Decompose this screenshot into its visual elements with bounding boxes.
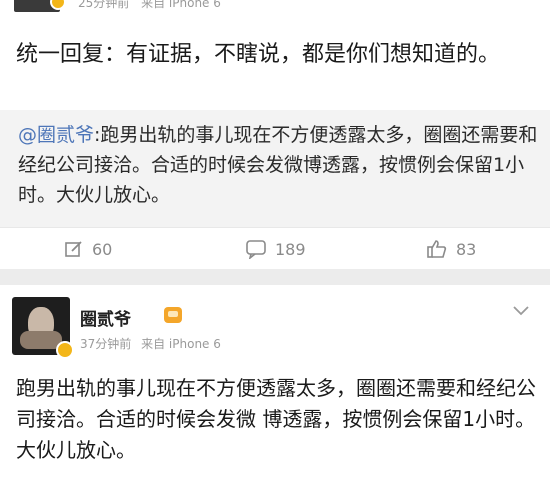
mention-link[interactable]: @圈贰爷 (18, 124, 94, 146)
like-button[interactable]: 83 (426, 228, 476, 270)
verified-badge-icon (56, 341, 74, 359)
post-source: 来自 iPhone 6 (141, 337, 221, 351)
weibo-post-1: 25分钟前 来自 iPhone 6 统一回复：有证据，不瞎说，都是你们想知道的。… (0, 0, 550, 269)
post-text: 统一回复：有证据，不瞎说，都是你们想知道的。 (16, 42, 501, 67)
post-source: 来自 iPhone 6 (141, 0, 221, 10)
weibo-post-2: 圈贰爷 37分钟前 来自 iPhone 6 跑男出轨的事儿现在不方便透露太多，圈… (0, 285, 550, 485)
post-time: 37分钟前 (80, 337, 132, 351)
post-time: 25分钟前 (78, 0, 130, 10)
post-meta: 25分钟前 来自 iPhone 6 (78, 0, 229, 11)
like-count: 83 (456, 239, 477, 259)
comment-button[interactable]: 189 (245, 228, 306, 270)
post-text: 跑男出轨的事儿现在不方便透露太多，圈圈还需要和经纪公司接洽。合适的时候会发微 博… (16, 376, 536, 462)
comment-count: 189 (275, 239, 306, 259)
quoted-post-text: @圈贰爷:跑男出轨的事儿现在不方便透露太多，圈圈还需要和经纪公司接洽。合适的时候… (18, 120, 538, 210)
chevron-down-icon[interactable] (512, 305, 530, 317)
comment-icon (246, 240, 266, 259)
thumbs-up-icon (427, 240, 447, 258)
repost-count: 60 (92, 239, 113, 259)
quoted-body: :跑男出轨的事儿现在不方便透露太多，圈圈还需要和经纪公司接洽。合适的时候会发微博… (18, 124, 538, 206)
action-bar: 60 189 83 (0, 227, 550, 269)
verified-badge-icon (50, 0, 66, 10)
vip-icon (164, 307, 182, 323)
edit-icon (65, 241, 82, 257)
repost-button[interactable]: 60 (64, 228, 112, 270)
username[interactable]: 圈贰爷 (80, 305, 131, 330)
post-meta: 37分钟前 来自 iPhone 6 (80, 335, 227, 352)
quoted-post[interactable]: @圈贰爷:跑男出轨的事儿现在不方便透露太多，圈圈还需要和经纪公司接洽。合适的时候… (0, 110, 550, 227)
